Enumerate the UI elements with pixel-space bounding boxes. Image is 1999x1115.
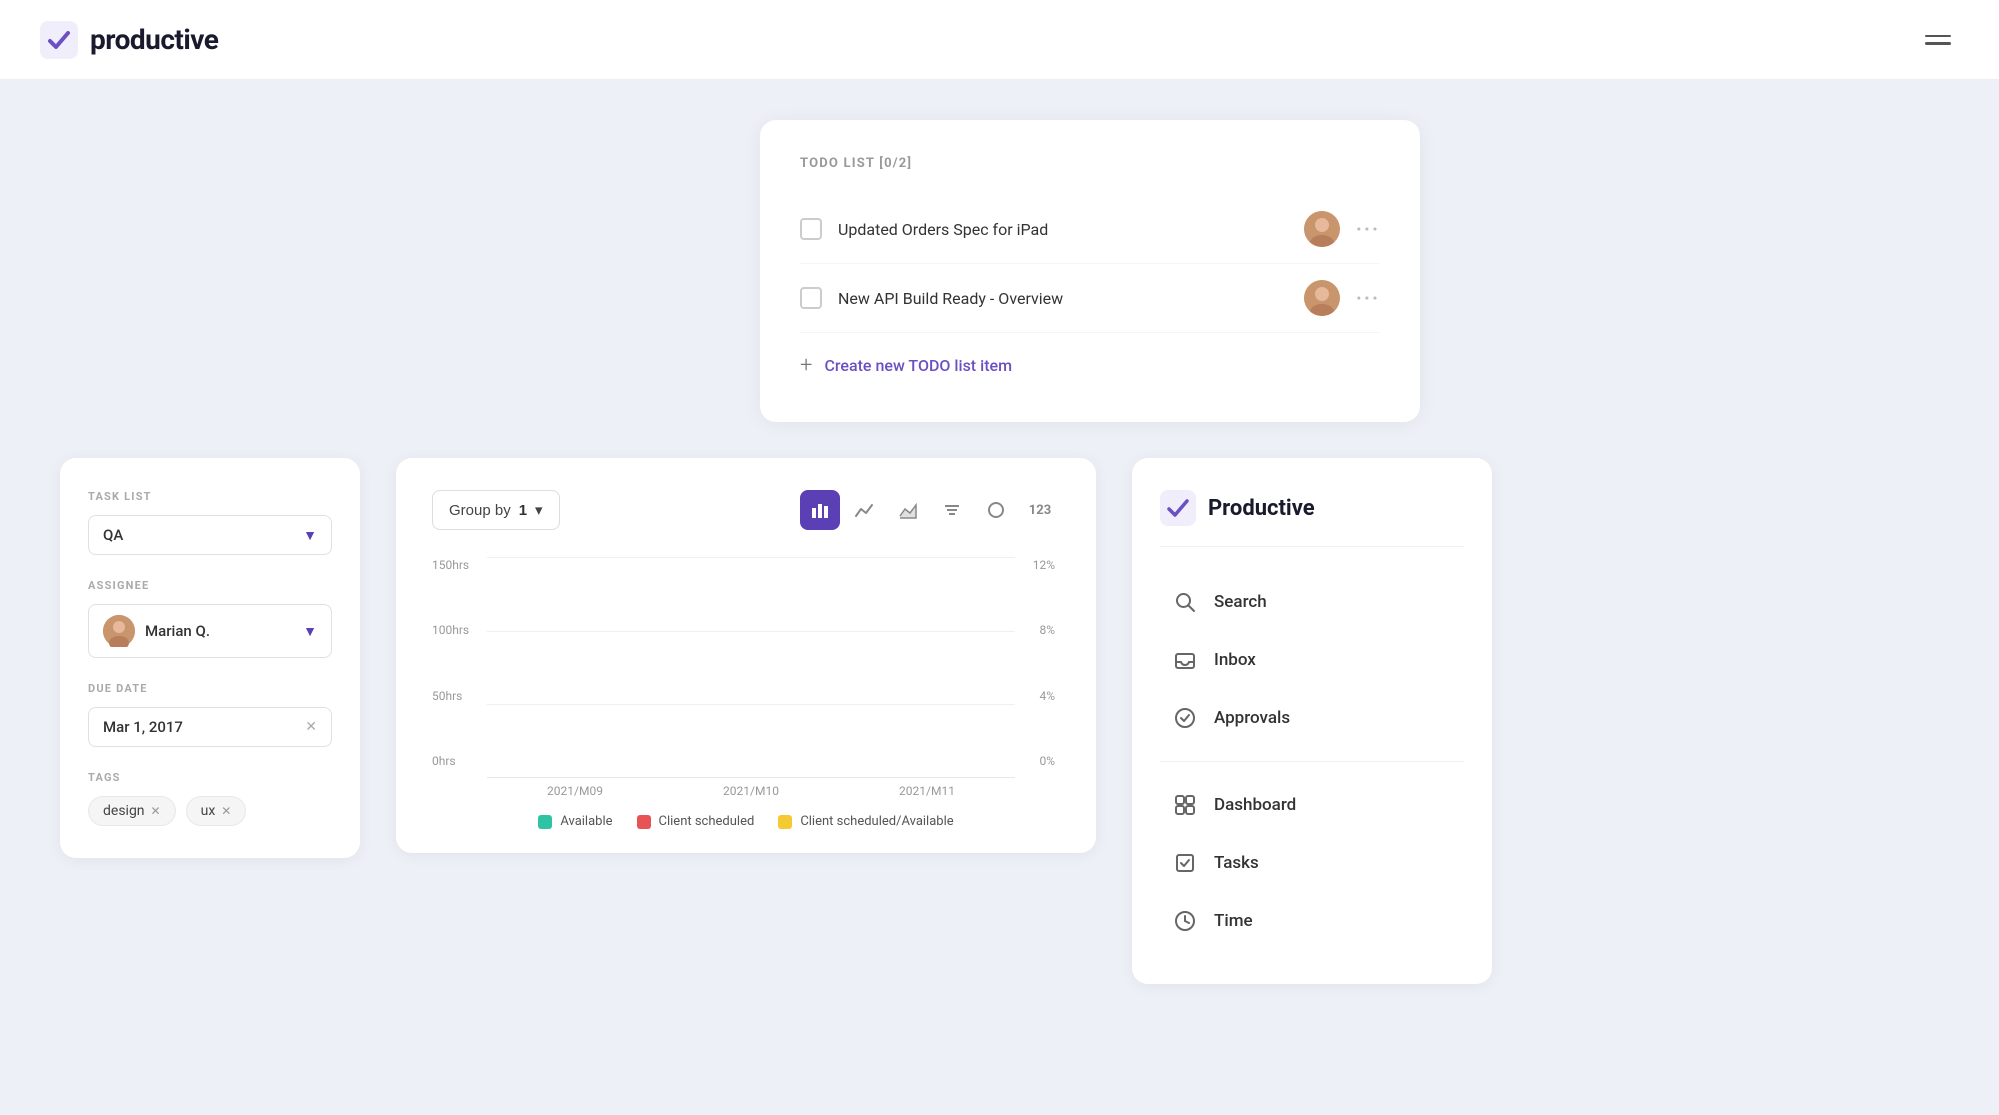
filter-icon[interactable] <box>932 490 972 530</box>
todo-text-2: New API Build Ready - Overview <box>838 289 1288 308</box>
tag-ux: ux ✕ <box>186 796 247 826</box>
line-chart-icon[interactable] <box>844 490 884 530</box>
approvals-icon <box>1172 705 1198 731</box>
dashboard-icon <box>1172 792 1198 818</box>
todo-checkbox-2[interactable] <box>800 287 822 309</box>
topbar: productive <box>0 0 1999 80</box>
sidebar-item-search[interactable]: Search <box>1160 575 1464 629</box>
time-icon <box>1172 908 1198 934</box>
assignee-select[interactable]: Marian Q. ▼ <box>88 604 332 658</box>
sidebar-item-time[interactable]: Time <box>1160 894 1464 948</box>
todo-checkbox-1[interactable] <box>800 218 822 240</box>
number-icon[interactable]: 123 <box>1020 490 1060 530</box>
tags-container: design ✕ ux ✕ <box>88 796 332 826</box>
sidebar-inbox-label: Inbox <box>1214 650 1256 670</box>
assignee-label: ASSIGNEE <box>88 579 332 592</box>
sidebar-logo-text: Productive <box>1208 496 1315 521</box>
logo-area: productive <box>40 21 218 59</box>
sidebar-divider-1 <box>1160 761 1464 762</box>
todo-item-2: New API Build Ready - Overview ··· <box>800 264 1380 333</box>
due-date-label: DUE DATE <box>88 682 332 695</box>
group-by-button[interactable]: Group by 1 ▾ <box>432 490 560 530</box>
task-list-value: QA <box>103 526 123 544</box>
legend-available-dot <box>538 815 552 829</box>
bar-chart-icon[interactable] <box>800 490 840 530</box>
todo-avatar-2 <box>1304 280 1340 316</box>
y-label-0hrs: 0hrs <box>432 754 482 768</box>
sidebar-logo-row: Productive <box>1160 490 1464 547</box>
inbox-icon <box>1172 647 1198 673</box>
sidebar-time-label: Time <box>1214 911 1253 931</box>
chart-toolbar: Group by 1 ▾ <box>432 490 1060 530</box>
sidebar-approvals-label: Approvals <box>1214 708 1290 728</box>
y-label-4pct: 4% <box>1015 689 1055 703</box>
sidebar-search-label: Search <box>1214 592 1267 612</box>
chart-view-icons: 123 <box>800 490 1060 530</box>
search-icon <box>1172 589 1198 615</box>
legend-client-available-dot <box>778 815 792 829</box>
tag-design-remove[interactable]: ✕ <box>151 804 161 818</box>
legend-client-scheduled: Client scheduled <box>637 814 755 829</box>
todo-item-1: Updated Orders Spec for iPad ··· <box>800 195 1380 264</box>
sidebar-dashboard-label: Dashboard <box>1214 795 1296 815</box>
todo-text-1: Updated Orders Spec for iPad <box>838 220 1288 239</box>
legend-available-label: Available <box>560 814 612 829</box>
legend-client-dot <box>637 815 651 829</box>
assignee-avatar <box>103 615 135 647</box>
todo-more-1[interactable]: ··· <box>1356 217 1380 241</box>
todo-more-2[interactable]: ··· <box>1356 286 1380 310</box>
create-todo-button[interactable]: + Create new TODO list item <box>800 333 1380 386</box>
tag-design: design ✕ <box>88 796 176 826</box>
plus-icon: + <box>800 353 812 378</box>
logo-icon <box>40 21 78 59</box>
due-date-value: Mar 1, 2017 <box>103 718 297 736</box>
legend-client-label: Client scheduled <box>659 814 755 829</box>
right-sidebar: Productive Search Inbo <box>1132 458 1492 984</box>
task-list-select[interactable]: QA ▼ <box>88 515 332 555</box>
tag-design-label: design <box>103 803 145 819</box>
y-label-0pct: 0% <box>1015 754 1055 768</box>
group-by-number: 1 <box>519 502 527 519</box>
area-chart-icon[interactable] <box>888 490 928 530</box>
todo-title: TODO LIST [0/2] <box>800 156 1380 171</box>
x-label-1: 2021/M09 <box>547 784 603 798</box>
sidebar-item-tasks[interactable]: Tasks <box>1160 836 1464 890</box>
sidebar-tasks-label: Tasks <box>1214 853 1259 873</box>
chart-legend: Available Client scheduled Client schedu… <box>432 814 1060 829</box>
legend-available: Available <box>538 814 612 829</box>
app-name: productive <box>90 23 218 56</box>
sidebar-item-inbox[interactable]: Inbox <box>1160 633 1464 687</box>
tag-ux-remove[interactable]: ✕ <box>221 804 231 818</box>
task-list-dropdown-arrow: ▼ <box>303 527 317 544</box>
y-label-8pct: 8% <box>1015 623 1055 637</box>
y-label-150hrs: 150hrs <box>432 558 482 572</box>
y-label-12pct: 12% <box>1015 558 1055 572</box>
sidebar-item-approvals[interactable]: Approvals <box>1160 691 1464 745</box>
todo-avatar-1 <box>1304 211 1340 247</box>
x-label-2: 2021/M10 <box>723 784 779 798</box>
legend-client-available-label: Client scheduled/Available <box>800 814 953 829</box>
assignee-name: Marian Q. <box>145 622 210 640</box>
tasks-icon <box>1172 850 1198 876</box>
x-label-3: 2021/M11 <box>899 784 955 798</box>
assignee-dropdown-arrow: ▼ <box>303 623 317 640</box>
tags-label: TAGS <box>88 771 332 784</box>
task-list-label: TASK LIST <box>88 490 332 503</box>
todo-card: TODO LIST [0/2] Updated Orders Spec for … <box>760 120 1420 422</box>
filter-card: TASK LIST QA ▼ ASSIGNEE Marian Q. <box>60 458 360 858</box>
due-date-clear[interactable]: ✕ <box>305 719 317 735</box>
group-by-label: Group by <box>449 502 511 519</box>
menu-button[interactable] <box>1917 27 1959 53</box>
sidebar-item-dashboard[interactable]: Dashboard <box>1160 778 1464 832</box>
group-by-arrow-icon: ▾ <box>535 501 543 519</box>
tag-ux-label: ux <box>201 803 216 819</box>
chart-card: Group by 1 ▾ <box>396 458 1096 853</box>
due-date-field[interactable]: Mar 1, 2017 ✕ <box>88 707 332 747</box>
y-label-100hrs: 100hrs <box>432 623 482 637</box>
create-todo-label: Create new TODO list item <box>824 356 1012 375</box>
y-label-50hrs: 50hrs <box>432 689 482 703</box>
legend-client-available: Client scheduled/Available <box>778 814 953 829</box>
circle-icon[interactable] <box>976 490 1016 530</box>
sidebar-logo-icon <box>1160 490 1196 526</box>
